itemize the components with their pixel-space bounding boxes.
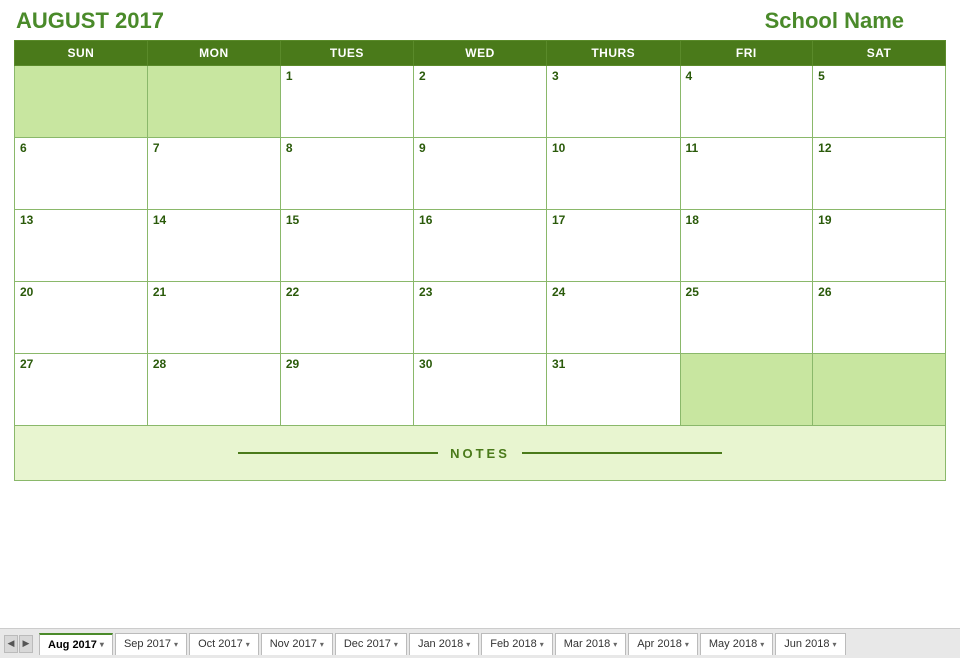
table-row: 20 21 22 23 24 25 26 [15, 282, 946, 354]
tab-oct-2017[interactable]: Oct 2017 ▾ [189, 633, 259, 655]
tab-next-btn[interactable]: ▶ [19, 635, 33, 653]
tab-jan-2018[interactable]: Jan 2018 ▾ [409, 633, 479, 655]
tab-may-2018[interactable]: May 2018 ▾ [700, 633, 773, 655]
calendar-cell: 30 [414, 354, 547, 426]
calendar-cell: 3 [547, 66, 681, 138]
notes-cell: NOTES [15, 426, 946, 481]
chevron-down-icon: ▾ [685, 640, 689, 649]
tab-controls: ◀ ▶ [4, 635, 33, 653]
calendar-cell: 2 [414, 66, 547, 138]
tab-jun-2018[interactable]: Jun 2018 ▾ [775, 633, 845, 655]
tab-bar: ◀ ▶ Aug 2017 ▾ Sep 2017 ▾ Oct 2017 ▾ Nov… [0, 628, 960, 658]
calendar-cell: 6 [15, 138, 148, 210]
tab-feb-2018[interactable]: Feb 2018 ▾ [481, 633, 553, 655]
calendar-cell: 19 [813, 210, 946, 282]
calendar-cell: 20 [15, 282, 148, 354]
school-name: School Name [765, 8, 904, 34]
calendar-cell: 8 [280, 138, 413, 210]
calendar-cell [15, 66, 148, 138]
calendar-cell: 18 [680, 210, 813, 282]
calendar-cell: 9 [414, 138, 547, 210]
col-thurs: THURS [547, 41, 681, 66]
calendar-cell: 5 [813, 66, 946, 138]
notes-line-right [522, 452, 722, 454]
col-wed: WED [414, 41, 547, 66]
calendar-cell: 12 [813, 138, 946, 210]
table-row: 1 2 3 4 5 [15, 66, 946, 138]
tab-aug-2017[interactable]: Aug 2017 ▾ [39, 633, 113, 655]
calendar-cell: 26 [813, 282, 946, 354]
calendar-cell: 7 [147, 138, 280, 210]
calendar-cell: 1 [280, 66, 413, 138]
calendar-cell [147, 66, 280, 138]
chevron-down-icon: ▾ [320, 640, 324, 649]
calendar-cell: 27 [15, 354, 148, 426]
calendar-cell: 22 [280, 282, 413, 354]
table-row: 27 28 29 30 31 [15, 354, 946, 426]
spreadsheet-wrapper: AUGUST 2017 School Name SUN MON TUES WED… [0, 0, 960, 658]
tab-mar-2018[interactable]: Mar 2018 ▾ [555, 633, 627, 655]
calendar-cell: 4 [680, 66, 813, 138]
calendar-cell [813, 354, 946, 426]
calendar-cell: 28 [147, 354, 280, 426]
calendar-cell: 10 [547, 138, 681, 210]
month-title: AUGUST 2017 [16, 8, 164, 34]
calendar-cell: 21 [147, 282, 280, 354]
calendar-cell: 29 [280, 354, 413, 426]
calendar-table: SUN MON TUES WED THURS FRI SAT 1 2 3 [14, 40, 946, 481]
calendar-cell: 17 [547, 210, 681, 282]
header-row: SUN MON TUES WED THURS FRI SAT [15, 41, 946, 66]
chevron-down-icon: ▾ [832, 640, 836, 649]
table-row: 6 7 8 9 10 11 12 [15, 138, 946, 210]
chevron-down-icon: ▾ [613, 640, 617, 649]
calendar-cell: 25 [680, 282, 813, 354]
calendar-cell [680, 354, 813, 426]
col-sun: SUN [15, 41, 148, 66]
calendar-container: AUGUST 2017 School Name SUN MON TUES WED… [0, 0, 960, 628]
col-tues: TUES [280, 41, 413, 66]
tab-nov-2017[interactable]: Nov 2017 ▾ [261, 633, 333, 655]
tab-sep-2017[interactable]: Sep 2017 ▾ [115, 633, 187, 655]
notes-line-left [238, 452, 438, 454]
calendar-header: AUGUST 2017 School Name [14, 8, 946, 34]
chevron-down-icon: ▾ [246, 640, 250, 649]
tab-prev-btn[interactable]: ◀ [4, 635, 18, 653]
chevron-down-icon: ▾ [394, 640, 398, 649]
chevron-down-icon: ▾ [466, 640, 470, 649]
calendar-cell: 13 [15, 210, 148, 282]
calendar-cell: 14 [147, 210, 280, 282]
chevron-down-icon: ▾ [540, 640, 544, 649]
calendar-cell: 23 [414, 282, 547, 354]
calendar-cell: 15 [280, 210, 413, 282]
tab-apr-2018[interactable]: Apr 2018 ▾ [628, 633, 698, 655]
notes-label: NOTES [450, 446, 510, 461]
notes-content: NOTES [20, 446, 940, 461]
calendar-cell: 11 [680, 138, 813, 210]
col-mon: MON [147, 41, 280, 66]
calendar-cell: 16 [414, 210, 547, 282]
notes-row: NOTES [15, 426, 946, 481]
col-sat: SAT [813, 41, 946, 66]
table-row: 13 14 15 16 17 18 19 [15, 210, 946, 282]
chevron-down-icon: ▾ [100, 640, 104, 649]
tab-dec-2017[interactable]: Dec 2017 ▾ [335, 633, 407, 655]
calendar-cell: 31 [547, 354, 681, 426]
chevron-down-icon: ▾ [760, 640, 764, 649]
col-fri: FRI [680, 41, 813, 66]
chevron-down-icon: ▾ [174, 640, 178, 649]
calendar-cell: 24 [547, 282, 681, 354]
